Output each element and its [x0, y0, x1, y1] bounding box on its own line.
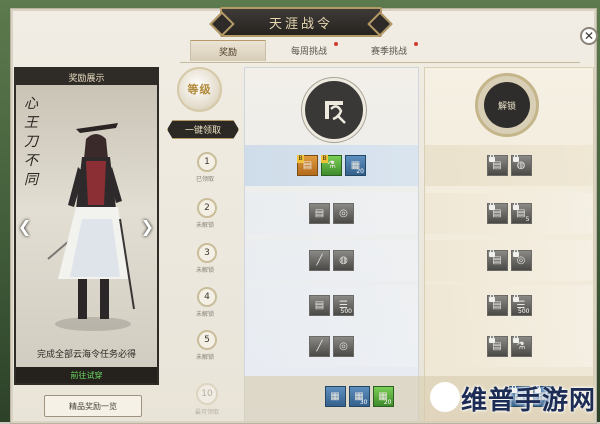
premium-reward-row: ▤ ◎ — [425, 240, 593, 281]
showcase-description: 完成全部云海令任务必得 — [36, 350, 136, 360]
item-count: 5 — [525, 216, 530, 223]
showcase-header: 奖励展示 — [16, 69, 157, 85]
window-title: 天涯战令 — [268, 16, 333, 32]
try-on-label: 前往试穿 — [70, 370, 103, 380]
coin-icon[interactable]: ◎ — [333, 336, 354, 357]
scroll-icon[interactable]: ▦ — [324, 386, 346, 407]
free-reward-row: B ▤ B ⚗ ▦ 20 — [245, 145, 418, 186]
level-status: 已领取 — [195, 176, 214, 183]
potion-icon[interactable]: B ⚗ — [321, 155, 342, 176]
premium-reward-row: ▤ ⚗ — [425, 326, 593, 367]
claim-all-button[interactable]: 一键领取 — [167, 120, 239, 139]
level-emblem-text: 等级 — [187, 82, 212, 96]
wind-seal-icon — [302, 78, 366, 142]
scroll-icon[interactable]: ▦ 20 — [345, 155, 366, 176]
premium-reward-row: ▤ ☰ 500 — [425, 285, 593, 326]
level-number: 4 — [197, 287, 217, 307]
tab-label: 奖励 — [218, 47, 237, 58]
free-reward-row: ▤ ◎ — [245, 193, 418, 234]
ticket-icon[interactable]: B ▤ — [297, 155, 318, 176]
bag-icon[interactable]: ◍ — [333, 250, 354, 271]
free-reward-row: ▤ ☰ 500 — [245, 285, 418, 326]
character-model — [47, 123, 135, 331]
coin-icon[interactable]: ◎ — [510, 249, 532, 271]
level-status: 最可领取 — [194, 409, 219, 416]
scroll-icon[interactable]: ▤ — [486, 294, 508, 316]
tab-rewards[interactable]: 奖励 — [190, 40, 266, 61]
level-node: 3 未解锁 — [187, 243, 227, 274]
scroll-icon[interactable]: ▤ — [309, 295, 330, 316]
level-node: 1 已领取 — [187, 152, 227, 183]
elite-rewards-button[interactable]: 精品奖励一览 — [44, 395, 142, 417]
showcase-footer: 精品奖励一览 — [14, 387, 159, 417]
level-number: 5 — [197, 330, 217, 350]
level-column: 等级 一键领取 1 已领取 2 未解锁 3 未解锁 4 未解锁 5 未解锁 — [165, 65, 240, 415]
level-number: 3 — [197, 243, 217, 263]
level-node: 4 未解锁 — [187, 287, 227, 318]
premium-reward-row: ▤ ◍ — [425, 145, 593, 186]
notification-dot — [414, 42, 418, 46]
item-count: 500 — [518, 308, 530, 315]
scroll-icon[interactable]: ▤ — [486, 249, 508, 271]
level-node: 10 最可领取 — [187, 383, 227, 416]
level-number: 2 — [197, 198, 217, 218]
free-reward-row: ╱ ◍ — [245, 240, 418, 281]
tab-label: 每周挑战 — [290, 46, 327, 57]
bag-icon[interactable]: ◍ — [510, 154, 532, 176]
premium-emblem: 解锁 — [475, 73, 539, 137]
close-button[interactable]: ✕ — [580, 27, 598, 45]
watermark: 维普手游网 — [461, 386, 597, 416]
tab-divider — [180, 62, 580, 63]
prev-arrow-icon[interactable]: ❮ — [18, 217, 31, 236]
item-count: 20 — [356, 168, 364, 175]
level-status: 未解锁 — [195, 222, 214, 229]
level-status: 未解锁 — [195, 267, 214, 274]
unlock-label: 解锁 — [497, 101, 516, 112]
premium-reward-track: 解锁 ▤ ◍ ▤ ▤ 5 ▤ ◎ ▤ ☰ 500 ▤ ⚗ — [424, 67, 594, 422]
tab-season-challenge[interactable]: 赛季挑战 — [352, 40, 426, 60]
level-number: 10 — [196, 383, 218, 405]
item-count: 500 — [340, 308, 352, 315]
try-on-button[interactable]: 前往试穿 — [16, 367, 157, 383]
free-reward-row: ╱ ◎ — [245, 326, 418, 367]
tab-label: 赛季挑战 — [370, 46, 407, 57]
level-emblem: 等级 — [177, 67, 222, 112]
scroll-icon[interactable]: ▤ — [486, 335, 508, 357]
unlock-button[interactable]: 解锁 — [484, 82, 530, 128]
close-icon: ✕ — [583, 29, 595, 43]
tab-weekly-challenge[interactable]: 每周挑战 — [272, 40, 346, 60]
brush-icon[interactable]: ╱ — [309, 250, 330, 271]
level-status: 未解锁 — [195, 354, 214, 361]
level-node: 5 未解锁 — [187, 330, 227, 361]
scroll-icon[interactable]: ▤ 5 — [510, 202, 532, 224]
scroll-icon[interactable]: ▤ — [486, 154, 508, 176]
level-status: 未解锁 — [195, 311, 214, 318]
coin-icon[interactable]: ◎ — [333, 203, 354, 224]
brush-icon[interactable]: ╱ — [309, 336, 330, 357]
reward-showcase-panel: 奖励展示 心王刀不同 ❮ ❯ 完成全部云海令任务必得 前往试穿 — [14, 67, 159, 385]
elite-rewards-label: 精品奖励一览 — [69, 401, 117, 411]
calligraphy-text: 心王刀不同 — [24, 96, 38, 188]
premium-reward-row: ▤ ▤ 5 — [425, 193, 593, 234]
notification-dot — [334, 42, 338, 46]
level-number: 1 — [197, 152, 217, 172]
potion-icon[interactable]: ⚗ — [510, 335, 532, 357]
scroll-icon[interactable]: ▤ — [486, 202, 508, 224]
stack-icon[interactable]: ☰ 500 — [333, 295, 354, 316]
scroll-icon[interactable]: ▤ — [309, 203, 330, 224]
level-node: 2 未解锁 — [187, 198, 227, 229]
tab-bar: 奖励 每周挑战 赛季挑战 — [190, 40, 432, 62]
next-arrow-icon[interactable]: ❯ — [141, 217, 154, 236]
stack-icon[interactable]: ☰ 500 — [510, 294, 532, 316]
free-reward-track: B ▤ B ⚗ ▦ 20 ▤ ◎ ╱ ◍ ▤ ☰ 500 ╱ ◎ — [244, 67, 419, 422]
claim-all-label: 一键领取 — [184, 126, 221, 136]
watermark-logo-icon — [430, 382, 460, 412]
window-title-bar: 天涯战令 — [209, 7, 393, 37]
showcase-title: 奖励展示 — [68, 73, 105, 84]
